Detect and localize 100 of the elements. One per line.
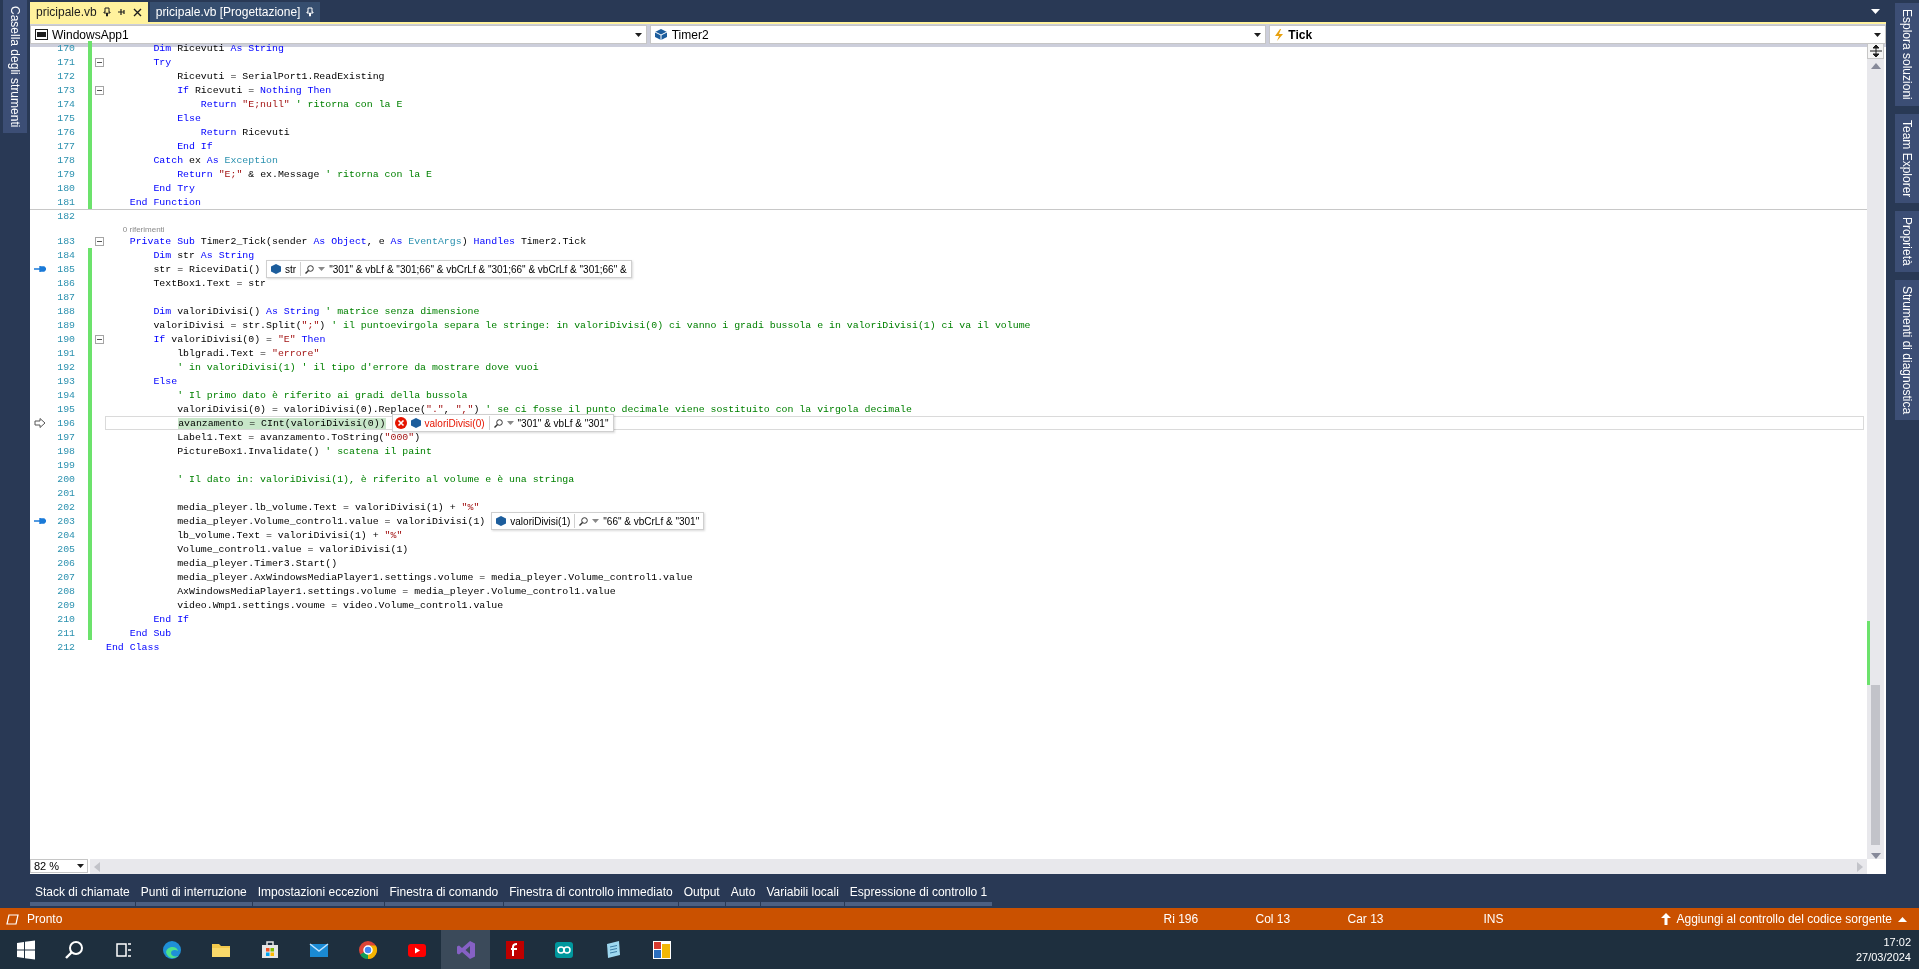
code-line: ' Il dato in: valoriDivisi(1), è riferito al volume e è una stringa [176,473,575,485]
search-icon[interactable] [305,264,315,274]
code-line: Return "E;" & ex.Message ' ritorna con la E [176,168,432,180]
line-number: 211 [56,627,75,639]
code-line: Catch ex As Exception [152,154,278,166]
reference-count-link[interactable]: 0 riferimenti [122,225,165,234]
line-number: 184 [56,249,75,261]
code-line: valoriDivisi = str.Split(";") ' il puntoevirgola separa le stringe: in valoriDivisi(0) ci vanno i gradi bussola e in valoriDivisi(1) ci va il volume [152,319,1031,331]
collapse-icon[interactable] [95,236,104,246]
document-tab[interactable]: pricipale.vb [30,2,148,22]
panel-tab[interactable]: Esplora soluzioni [1895,3,1919,106]
line-number: 183 [56,235,75,247]
code-line: If valoriDivisi(0) = "E" Then [152,333,326,345]
code-line: str = RiceviDati() [152,263,261,275]
document-tab[interactable]: pricipale.vb [Progettazione] [149,2,321,22]
code-line: media_pleyer.AxWindowsMediaPlayer1.settings.volume = media_pleyer.Volume_control1.value [176,571,693,583]
insert-mode-indicator: INS [1483,912,1505,926]
code-line: End Class [106,641,160,653]
data-tip[interactable]: str "301" & vbLf & "301;66" & vbCrLf & "301;66" & vbCrLf & "301;66" & [266,260,632,278]
split-button[interactable] [1867,43,1884,59]
collapse-icon[interactable] [95,85,104,95]
clock[interactable]: 17:02 27/03/2024 [1855,934,1911,965]
caret-icon [1874,32,1881,37]
line-number: 198 [56,445,75,457]
panel-tab[interactable]: Casella degli strumenti [3,0,27,134]
code-line: End Function [128,196,201,208]
line-number: 186 [56,277,75,289]
code-line: End Sub [128,627,172,639]
squares-icon [651,939,672,960]
line-number: 172 [56,70,75,82]
line-number: 207 [56,571,75,583]
character-indicator: Car 13 [1347,912,1385,926]
navigation-dropdown[interactable]: Timer2 [649,25,1267,44]
search-icon[interactable] [493,418,503,428]
caret-icon [506,421,514,425]
search-icon [63,939,84,960]
code-line: Else [176,112,201,124]
code-line: Else [152,375,178,387]
line-number: 193 [56,375,75,387]
line-indicator: Ri 196 [1163,912,1200,926]
code-line: Return Ricevuti [199,126,290,138]
panel-tab[interactable]: Proprietà [1895,211,1919,272]
zoom-dropdown[interactable]: 82 % [30,859,88,873]
collapse-icon[interactable] [95,57,104,67]
code-line: Dim str As String [152,249,255,261]
code-line: Volume_control1.value = valoriDivisi(1) [176,543,409,555]
panel-tab[interactable]: Strumenti di diagnostica [1895,279,1919,420]
navigation-dropdown[interactable]: WindowsApp1 [30,25,647,44]
status-icon [6,913,19,925]
line-number: 191 [56,347,75,359]
lightning-icon [1274,28,1285,41]
source-control-button[interactable]: Aggiungi al controllo del codice sorgente [1660,912,1907,926]
code-line: ' Il primo dato è riferito ai gradi della bussola [176,389,468,401]
code-line: lblgradi.Text = "errore" [176,347,320,359]
line-number: 206 [56,557,75,569]
scroll-up-icon[interactable] [1870,63,1881,69]
line-number: 195 [56,403,75,415]
data-tip[interactable]: valoriDivisi(0) "301" & vbLf & "301" [391,414,614,432]
line-number: 190 [56,333,75,345]
line-number: 176 [56,126,75,138]
line-number: 188 [56,305,75,317]
start-icon [14,939,35,960]
line-number: 177 [56,140,75,152]
line-number: 201 [56,487,75,499]
shopping-bag-icon [259,939,280,960]
search-icon[interactable] [579,516,589,526]
change-marker [1867,621,1870,685]
line-number: 180 [56,182,75,194]
line-number: 173 [56,84,75,96]
panel-tab[interactable]: Team Explorer [1895,113,1919,204]
line-number: 181 [56,196,75,208]
line-number: 197 [56,431,75,443]
code-line: Return "E;null" ' ritorna con la E [199,98,403,110]
navigation-dropdown[interactable]: Tick [1269,25,1886,44]
scrollbar-thumb[interactable] [1871,685,1880,845]
collapse-icon[interactable] [95,334,104,344]
caret-icon [592,519,600,523]
caret-icon[interactable] [1871,9,1880,14]
line-number: 204 [56,529,75,541]
line-number: 209 [56,599,75,611]
status-message: Pronto [27,912,63,926]
code-line: TextBox1.Text = str [152,277,266,289]
ribbon-icon [455,939,476,960]
code-line: Dim Ricevuti As String [152,42,284,54]
close-icon[interactable] [132,7,142,17]
line-number: 175 [56,112,75,124]
pin-icon[interactable] [102,7,111,17]
code-line: lb_volume.Text = valoriDivisi(1) + "%" [176,529,403,541]
line-number: 170 [56,42,75,54]
app-icon [504,939,525,960]
line-number: 171 [56,56,75,68]
code-line: Try [152,56,172,68]
data-tip[interactable]: valoriDivisi(1) "66" & vbCrLf & "301" [491,512,705,530]
code-line: media_pleyer.lb_volume.Text = valoriDivisi(1) + "%" [176,501,480,513]
code-line: Private Sub Timer2_Tick(sender As Object, e As EventArgs) Handles Timer2.Tick [128,235,587,247]
line-number: 187 [56,291,75,303]
pin-icon[interactable] [116,7,127,17]
code-line: If Ricevuti = Nothing Then [176,84,332,96]
line-number: 196 [56,417,75,429]
line-number: 178 [56,154,75,166]
